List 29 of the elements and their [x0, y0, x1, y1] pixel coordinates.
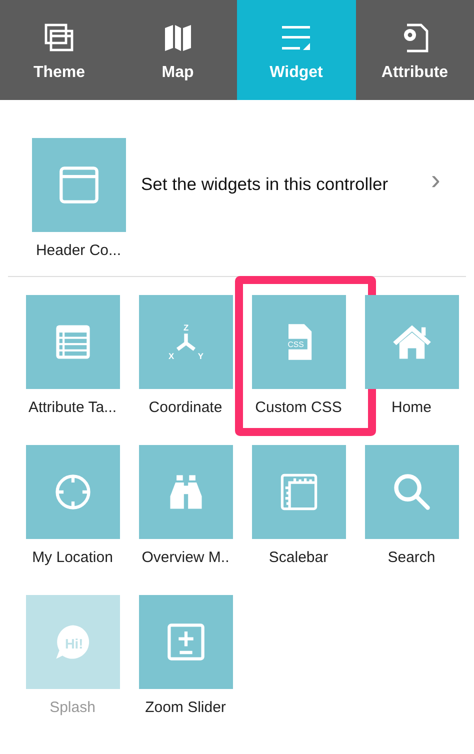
widget-label: Scalebar [268, 549, 328, 566]
widget-tile[interactable] [26, 295, 120, 389]
widget-label: Overview M.. [142, 549, 230, 566]
tab[interactable]: Theme [0, 0, 118, 100]
chevron[interactable]: › [431, 164, 440, 196]
widget-label: Splash [50, 699, 96, 716]
tab[interactable]: Widget [237, 0, 356, 100]
controller-label: Header Co... [36, 242, 122, 259]
plus-minus-icon [164, 621, 206, 663]
widget-tile[interactable] [252, 445, 346, 539]
widget-tile[interactable] [138, 595, 232, 689]
controller-description: Set the widgets in this controller [141, 174, 390, 195]
widget-label: Attribute Ta... [28, 399, 117, 416]
widget-label: Coordinate [148, 399, 222, 416]
tab[interactable]: Map [118, 0, 237, 100]
widget-label: Home [391, 399, 432, 416]
tab[interactable]: Attribute [356, 0, 474, 100]
widget-tile[interactable]: Z X Y [138, 295, 232, 389]
widget-tile[interactable] [138, 445, 232, 539]
widget-label: My Location [32, 549, 113, 566]
browser-window-icon [58, 164, 100, 206]
windows-icon [43, 22, 76, 54]
widget-tile[interactable] [364, 295, 458, 389]
widget-tile[interactable] [364, 445, 458, 539]
widget-tile[interactable] [26, 445, 120, 539]
header-controller-tile[interactable] [32, 138, 126, 232]
widget-label: Search [388, 549, 436, 566]
widget-label: Zoom Slider [145, 699, 226, 716]
widget-label: Custom CSS [255, 399, 342, 416]
